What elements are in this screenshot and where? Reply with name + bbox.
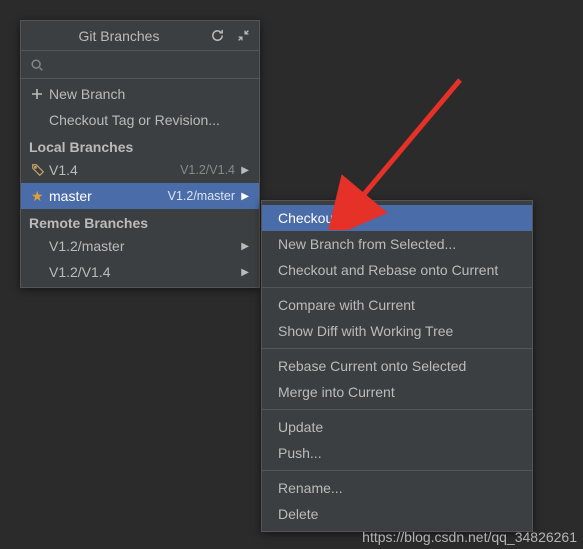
branch-name: V1.4: [49, 162, 180, 178]
search-icon: [29, 57, 45, 73]
branch-name: V1.2/master: [49, 238, 239, 254]
menu-checkout-tag[interactable]: Checkout Tag or Revision...: [21, 107, 259, 133]
menu-separator: [262, 348, 532, 349]
menu-separator: [262, 470, 532, 471]
tracking-branch: V1.2/master: [168, 189, 235, 203]
branch-item[interactable]: V1.2/V1.4 ▶: [21, 259, 259, 285]
menu-body: New Branch Checkout Tag or Revision... L…: [21, 79, 259, 287]
title-bar: Git Branches: [21, 21, 259, 51]
remote-branches-header: Remote Branches: [21, 209, 259, 233]
context-menu-item[interactable]: Push...: [262, 440, 532, 466]
collapse-icon[interactable]: [235, 28, 251, 44]
menu-separator: [262, 287, 532, 288]
new-branch-label: New Branch: [49, 86, 249, 102]
submenu-arrow-icon: ▶: [239, 191, 249, 202]
submenu-arrow-icon: ▶: [239, 241, 249, 252]
local-branches-header: Local Branches: [21, 133, 259, 157]
context-menu-item[interactable]: Checkout: [262, 205, 532, 231]
branch-item[interactable]: V1.2/master ▶: [21, 233, 259, 259]
star-icon: ★: [31, 188, 49, 205]
context-menu-item[interactable]: New Branch from Selected...: [262, 231, 532, 257]
context-menu-item[interactable]: Checkout and Rebase onto Current: [262, 257, 532, 283]
submenu-arrow-icon: ▶: [239, 267, 249, 278]
watermark: https://blog.csdn.net/qq_34826261: [362, 529, 577, 545]
tag-icon: [31, 163, 49, 177]
context-menu-item[interactable]: Delete: [262, 501, 532, 527]
context-menu-item[interactable]: Rebase Current onto Selected: [262, 353, 532, 379]
branch-context-menu: CheckoutNew Branch from Selected...Check…: [261, 200, 533, 532]
branch-item[interactable]: ★ master V1.2/master ▶: [21, 183, 259, 209]
context-menu-item[interactable]: Show Diff with Working Tree: [262, 318, 532, 344]
context-menu-item[interactable]: Compare with Current: [262, 292, 532, 318]
context-menu-item[interactable]: Update: [262, 414, 532, 440]
plus-icon: [31, 88, 49, 100]
branch-name: master: [49, 188, 168, 204]
search-input[interactable]: [51, 57, 251, 73]
git-branches-popup: Git Branches New Bra: [20, 20, 260, 288]
context-menu-item[interactable]: Rename...: [262, 475, 532, 501]
branch-name: V1.2/V1.4: [49, 264, 239, 280]
menu-new-branch[interactable]: New Branch: [21, 81, 259, 107]
tracking-branch: V1.2/V1.4: [180, 163, 235, 177]
submenu-arrow-icon: ▶: [239, 165, 249, 176]
context-menu-item[interactable]: Merge into Current: [262, 379, 532, 405]
checkout-tag-label: Checkout Tag or Revision...: [49, 112, 249, 128]
menu-separator: [262, 409, 532, 410]
refresh-icon[interactable]: [209, 28, 225, 44]
search-row[interactable]: [21, 51, 259, 79]
popup-title: Git Branches: [29, 28, 209, 44]
branch-item[interactable]: V1.4 V1.2/V1.4 ▶: [21, 157, 259, 183]
